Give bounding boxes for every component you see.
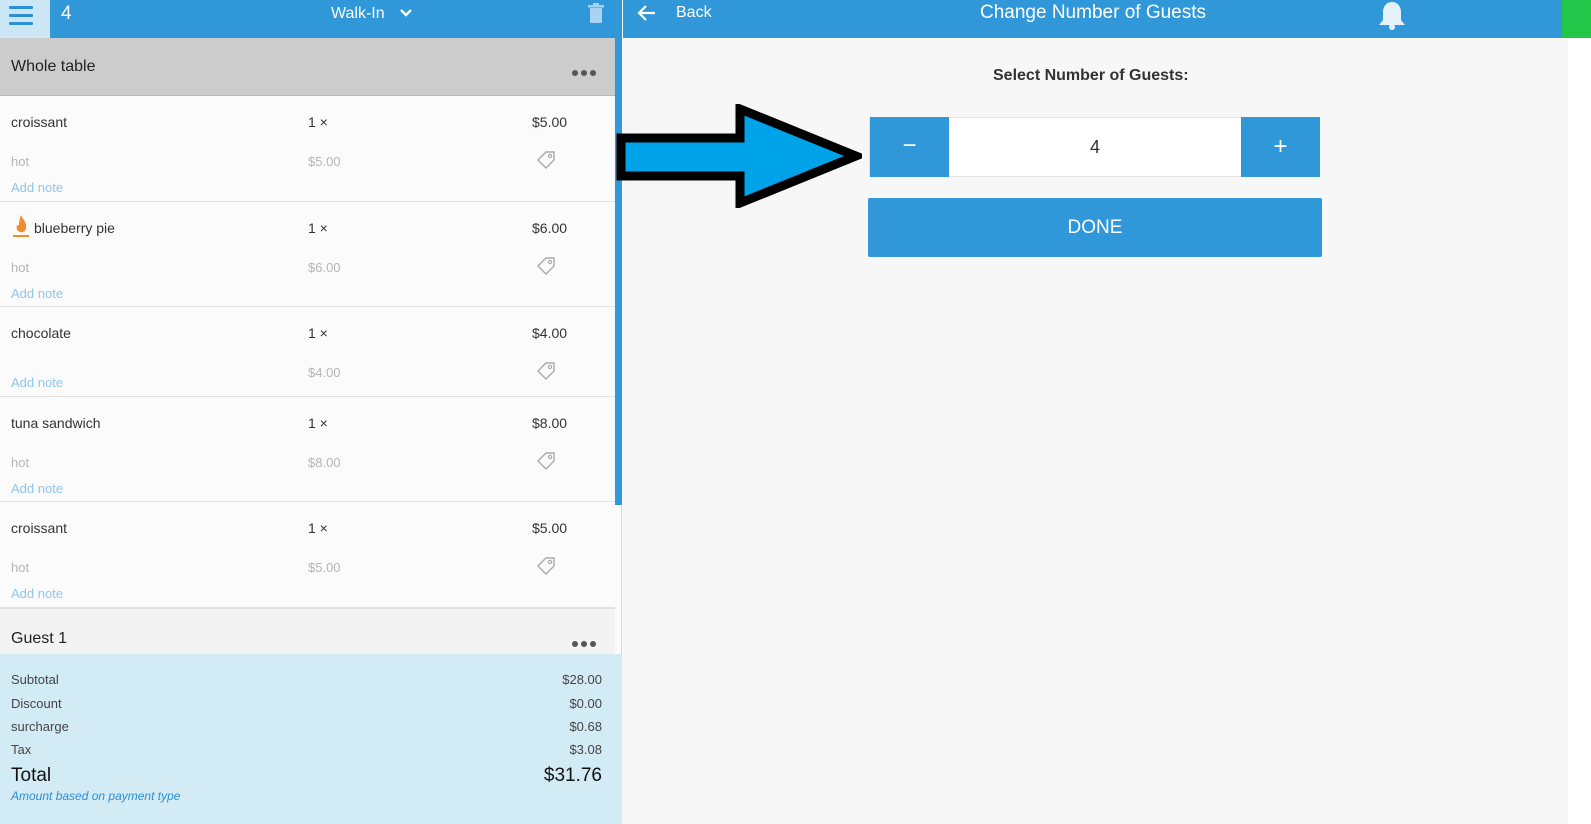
item-price: $6.00 bbox=[532, 220, 568, 236]
hamburger-icon bbox=[9, 6, 33, 30]
discount-value: $0.00 bbox=[569, 696, 602, 711]
order-item[interactable]: blueberry pie 1 × $6.00 hot $6.00 Add no… bbox=[0, 202, 615, 307]
item-name: blueberry pie bbox=[34, 220, 115, 236]
chevron-down-icon[interactable] bbox=[398, 5, 414, 21]
item-name: tuna sandwich bbox=[11, 415, 101, 431]
tax-label: Tax bbox=[11, 742, 32, 757]
item-modifier: hot bbox=[11, 260, 30, 275]
ticket-header: 4 Walk-In bbox=[0, 0, 622, 38]
more-options-icon[interactable] bbox=[572, 63, 600, 76]
item-modifier-price: $5.00 bbox=[308, 154, 341, 169]
menu-button[interactable] bbox=[0, 0, 50, 38]
item-name: croissant bbox=[11, 520, 68, 536]
guest-label: Guest 1 bbox=[11, 630, 68, 647]
item-price: $5.00 bbox=[532, 520, 568, 536]
amount-note: Amount based on payment type bbox=[11, 789, 181, 803]
totals-panel: Subtotal $28.00 Discount $0.00 surcharge… bbox=[0, 654, 622, 824]
right-edge bbox=[1568, 38, 1591, 824]
select-guests-label: Select Number of Guests: bbox=[993, 67, 1189, 84]
item-quantity: 1 × bbox=[308, 520, 328, 536]
discount-tag-icon[interactable] bbox=[536, 361, 556, 381]
add-note-link[interactable]: Add note bbox=[11, 481, 63, 496]
subtotal-value: $28.00 bbox=[562, 672, 602, 687]
discount-tag-icon[interactable] bbox=[536, 150, 556, 170]
item-name: chocolate bbox=[11, 325, 71, 341]
section-label: Whole table bbox=[11, 58, 96, 75]
surcharge-label: surcharge bbox=[11, 719, 69, 734]
item-name: croissant bbox=[11, 114, 68, 130]
discount-tag-icon[interactable] bbox=[536, 256, 556, 276]
discount-label: Discount bbox=[11, 696, 62, 711]
item-quantity: 1 × bbox=[308, 415, 328, 431]
item-modifier-price: $8.00 bbox=[308, 455, 341, 470]
order-ticket-panel: 4 Walk-In Whole table croissant 1 × $5.0… bbox=[0, 0, 622, 824]
trash-icon[interactable] bbox=[587, 3, 605, 23]
discount-tag-icon[interactable] bbox=[536, 451, 556, 471]
tax-row: Tax $3.08 bbox=[11, 742, 602, 757]
discount-row: Discount $0.00 bbox=[11, 696, 602, 711]
item-quantity: 1 × bbox=[308, 220, 328, 236]
done-button[interactable]: DONE bbox=[868, 198, 1322, 257]
flame-icon bbox=[13, 215, 29, 237]
back-arrow-icon[interactable] bbox=[637, 4, 657, 22]
subtotal-row: Subtotal $28.00 bbox=[11, 672, 602, 687]
add-note-link[interactable]: Add note bbox=[11, 375, 63, 390]
tax-value: $3.08 bbox=[569, 742, 602, 757]
status-strip bbox=[1562, 0, 1591, 38]
guest-count-value[interactable]: 4 bbox=[949, 117, 1241, 177]
order-item[interactable]: chocolate 1 × $4.00 $4.00 Add note bbox=[0, 307, 615, 397]
annotation-arrow-icon bbox=[616, 104, 862, 208]
back-button[interactable]: Back bbox=[676, 4, 712, 22]
item-modifier: hot bbox=[11, 154, 30, 169]
order-item[interactable]: croissant 1 × $5.00 hot $5.00 Add note bbox=[0, 502, 615, 608]
discount-tag-icon[interactable] bbox=[536, 556, 556, 576]
order-type-dropdown[interactable]: Walk-In bbox=[331, 5, 385, 23]
table-number: 4 bbox=[61, 3, 72, 24]
order-item[interactable]: croissant 1 × $5.00 hot $5.00 Add note bbox=[0, 96, 615, 202]
subtotal-label: Subtotal bbox=[11, 672, 59, 687]
whole-table-section[interactable]: Whole table bbox=[0, 38, 615, 96]
total-row: Total $31.76 bbox=[11, 765, 602, 787]
add-note-link[interactable]: Add note bbox=[11, 586, 63, 601]
add-note-link[interactable]: Add note bbox=[11, 286, 63, 301]
bell-icon[interactable] bbox=[1375, 0, 1409, 30]
dialog-title: Change Number of Guests bbox=[980, 2, 1207, 23]
item-modifier-price: $5.00 bbox=[308, 560, 341, 575]
order-item[interactable]: tuna sandwich 1 × $8.00 hot $8.00 Add no… bbox=[0, 397, 615, 502]
decrement-button[interactable]: − bbox=[870, 117, 949, 177]
item-modifier-price: $4.00 bbox=[308, 365, 341, 380]
surcharge-row: surcharge $0.68 bbox=[11, 719, 602, 734]
item-price: $5.00 bbox=[532, 114, 568, 130]
total-label: Total bbox=[11, 765, 52, 786]
item-price: $4.00 bbox=[532, 325, 568, 341]
more-options-icon[interactable] bbox=[572, 634, 600, 647]
add-note-link[interactable]: Add note bbox=[11, 180, 63, 195]
item-modifier: hot bbox=[11, 560, 30, 575]
total-value: $31.76 bbox=[543, 765, 602, 786]
increment-button[interactable]: + bbox=[1241, 117, 1320, 177]
item-quantity: 1 × bbox=[308, 325, 328, 341]
order-item-list: croissant 1 × $5.00 hot $5.00 Add note b… bbox=[0, 96, 615, 608]
item-modifier-price: $6.00 bbox=[308, 260, 341, 275]
guest-section[interactable]: Guest 1 bbox=[0, 608, 615, 654]
item-modifier: hot bbox=[11, 455, 30, 470]
item-quantity: 1 × bbox=[308, 114, 328, 130]
surcharge-value: $0.68 bbox=[569, 719, 602, 734]
item-price: $8.00 bbox=[532, 415, 568, 431]
